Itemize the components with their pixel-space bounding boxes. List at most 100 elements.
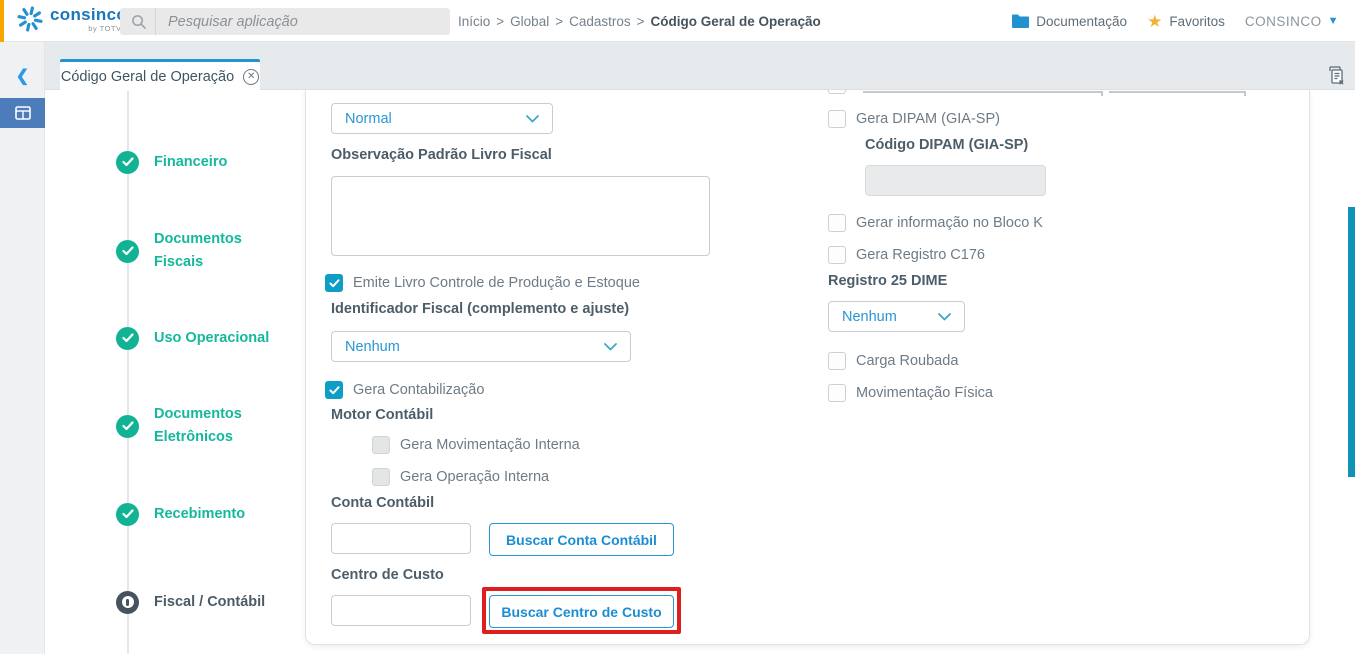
step-check-icon bbox=[116, 151, 139, 174]
step-current-icon bbox=[116, 591, 139, 614]
checkbox-label: Gera Movimentação Interna bbox=[400, 437, 580, 453]
carga-roubada-checkbox-row[interactable]: Carga Roubada bbox=[828, 352, 958, 370]
conta-contabil-input[interactable] bbox=[331, 523, 471, 554]
breadcrumb-separator: > bbox=[496, 14, 504, 29]
chevron-down-icon bbox=[604, 343, 617, 351]
documentation-label: Documentação bbox=[1036, 14, 1127, 29]
button-label: Buscar Centro de Custo bbox=[501, 604, 661, 620]
step-label: Financeiro bbox=[154, 151, 227, 174]
checkbox-label: Emite Livro Controle de Produção e Estoq… bbox=[353, 275, 640, 291]
checkbox-unchecked-icon[interactable] bbox=[828, 110, 846, 128]
search-divider bbox=[155, 8, 156, 35]
observacao-textarea[interactable] bbox=[331, 176, 710, 256]
favorites-label: Favoritos bbox=[1169, 14, 1225, 29]
checkbox-label: Gera Registro C176 bbox=[856, 247, 985, 263]
buscar-conta-contabil-button[interactable]: Buscar Conta Contábil bbox=[489, 523, 674, 556]
identificador-select-value: Nenhum bbox=[345, 339, 400, 355]
tab-label: Código Geral de Operação bbox=[61, 69, 234, 85]
button-label: Buscar Conta Contábil bbox=[506, 532, 657, 548]
breadcrumb-item[interactable]: Início bbox=[458, 14, 490, 29]
favorites-link[interactable]: ★ Favoritos bbox=[1147, 13, 1225, 30]
step-check-icon bbox=[116, 503, 139, 526]
checkbox-label: Gerar informação no Bloco K bbox=[856, 215, 1043, 231]
consinco-logo: consinco by TOTVS bbox=[16, 5, 127, 33]
search-icon bbox=[131, 14, 146, 29]
documentation-link[interactable]: Documentação bbox=[1012, 14, 1127, 29]
centro-custo-label: Centro de Custo bbox=[331, 567, 444, 583]
chevron-down-icon bbox=[938, 313, 951, 321]
emite-livro-checkbox-row[interactable]: Emite Livro Controle de Produção e Estoq… bbox=[325, 274, 640, 292]
step-label: Fiscal / Contábil bbox=[154, 591, 265, 614]
tipo-select-value: Normal bbox=[345, 111, 392, 127]
gera-mov-interna-checkbox-row: Gera Movimentação Interna bbox=[372, 436, 580, 454]
step-label: Recebimento bbox=[154, 503, 245, 526]
app-header: consinco by TOTVS Pesquisar aplicação In… bbox=[0, 0, 1355, 42]
step-label: Uso Operacional bbox=[154, 327, 269, 350]
centro-custo-input[interactable] bbox=[331, 595, 471, 626]
tab-close-icon[interactable]: ✕ bbox=[243, 69, 259, 85]
checkbox-label: Gera DIPAM (GIA-SP) bbox=[856, 111, 1000, 127]
step-financeiro[interactable]: Financeiro bbox=[116, 139, 227, 185]
checkbox-disabled-icon bbox=[372, 468, 390, 486]
apps-grid-icon bbox=[15, 106, 31, 120]
codigo-dipam-label: Código DIPAM (GIA-SP) bbox=[865, 137, 1028, 153]
step-documentos-eletronicos[interactable]: Documentos Eletrônicos bbox=[116, 403, 242, 449]
motor-contabil-label: Motor Contábil bbox=[331, 407, 433, 423]
identificador-select[interactable]: Nenhum bbox=[331, 331, 631, 362]
observacao-label: Observação Padrão Livro Fiscal bbox=[331, 147, 552, 163]
step-check-icon bbox=[116, 415, 139, 438]
conta-contabil-label: Conta Contábil bbox=[331, 495, 434, 511]
checkbox-unchecked-icon[interactable] bbox=[828, 214, 846, 232]
tab-codigo-geral-de-operacao[interactable]: Código Geral de Operação ✕ bbox=[60, 59, 260, 91]
checkbox-disabled-icon bbox=[372, 436, 390, 454]
step-recebimento[interactable]: Recebimento bbox=[116, 491, 245, 537]
checkbox-checked-icon[interactable] bbox=[325, 274, 343, 292]
search-input[interactable]: Pesquisar aplicação bbox=[120, 8, 450, 35]
registro-dime-select-value: Nenhum bbox=[842, 309, 897, 325]
clipped-checkbox-remnant bbox=[828, 90, 846, 94]
registro-c176-checkbox-row[interactable]: Gera Registro C176 bbox=[828, 246, 985, 264]
step-check-icon bbox=[116, 327, 139, 350]
chevron-down-icon bbox=[526, 115, 539, 123]
breadcrumb-current: Código Geral de Operação bbox=[651, 14, 821, 29]
left-sidebar: ❮ bbox=[0, 42, 45, 654]
identificador-label: Identificador Fiscal (complemento e ajus… bbox=[331, 301, 629, 317]
buscar-centro-custo-button[interactable]: Buscar Centro de Custo bbox=[489, 595, 674, 628]
breadcrumb-item[interactable]: Cadastros bbox=[569, 14, 631, 29]
checkbox-unchecked-icon[interactable] bbox=[828, 246, 846, 264]
gera-dipam-checkbox-row[interactable]: Gera DIPAM (GIA-SP) bbox=[828, 110, 1000, 128]
checkbox-unchecked-icon[interactable] bbox=[828, 384, 846, 402]
registro-dime-label: Registro 25 DIME bbox=[828, 273, 947, 289]
checkbox-checked-icon[interactable] bbox=[325, 381, 343, 399]
user-menu[interactable]: CONSINCO ▼ bbox=[1245, 14, 1339, 29]
header-accent-bar bbox=[0, 0, 4, 42]
tipo-select[interactable]: Normal bbox=[331, 103, 553, 134]
checkbox-unchecked-icon[interactable] bbox=[828, 352, 846, 370]
checkbox-label: Carga Roubada bbox=[856, 353, 958, 369]
step-label: Documentos Fiscais bbox=[154, 228, 242, 274]
breadcrumb: Início > Global > Cadastros > Código Ger… bbox=[458, 0, 821, 42]
form-card: Normal Observação Padrão Livro Fiscal Em… bbox=[305, 90, 1310, 645]
codigo-dipam-input bbox=[865, 165, 1046, 196]
clipped-text-remnant bbox=[863, 91, 1101, 93]
sidebar-item-applications[interactable] bbox=[0, 98, 45, 128]
close-all-tabs-icon[interactable] bbox=[1326, 66, 1347, 87]
collapse-sidebar-button[interactable]: ❮ bbox=[0, 66, 45, 86]
checkbox-label: Movimentação Física bbox=[856, 385, 993, 401]
step-label: Documentos Eletrônicos bbox=[154, 403, 242, 449]
clipped-text-remnant bbox=[1109, 91, 1244, 93]
mov-fisica-checkbox-row[interactable]: Movimentação Física bbox=[828, 384, 993, 402]
registro-dime-select[interactable]: Nenhum bbox=[828, 301, 965, 332]
folder-icon bbox=[1012, 14, 1029, 28]
clipped-text-remnant bbox=[1244, 91, 1246, 96]
checkbox-label: Gera Contabilização bbox=[353, 382, 484, 398]
bloco-k-checkbox-row[interactable]: Gerar informação no Bloco K bbox=[828, 214, 1043, 232]
vertical-scrollbar-thumb[interactable] bbox=[1348, 207, 1355, 477]
gera-contabilizacao-checkbox-row[interactable]: Gera Contabilização bbox=[325, 381, 484, 399]
breadcrumb-separator: > bbox=[637, 14, 645, 29]
step-uso-operacional[interactable]: Uso Operacional bbox=[116, 315, 269, 361]
step-fiscal-contabil[interactable]: Fiscal / Contábil bbox=[116, 579, 265, 625]
user-menu-label: CONSINCO bbox=[1245, 14, 1322, 29]
step-documentos-fiscais[interactable]: Documentos Fiscais bbox=[116, 228, 242, 274]
breadcrumb-item[interactable]: Global bbox=[510, 14, 549, 29]
